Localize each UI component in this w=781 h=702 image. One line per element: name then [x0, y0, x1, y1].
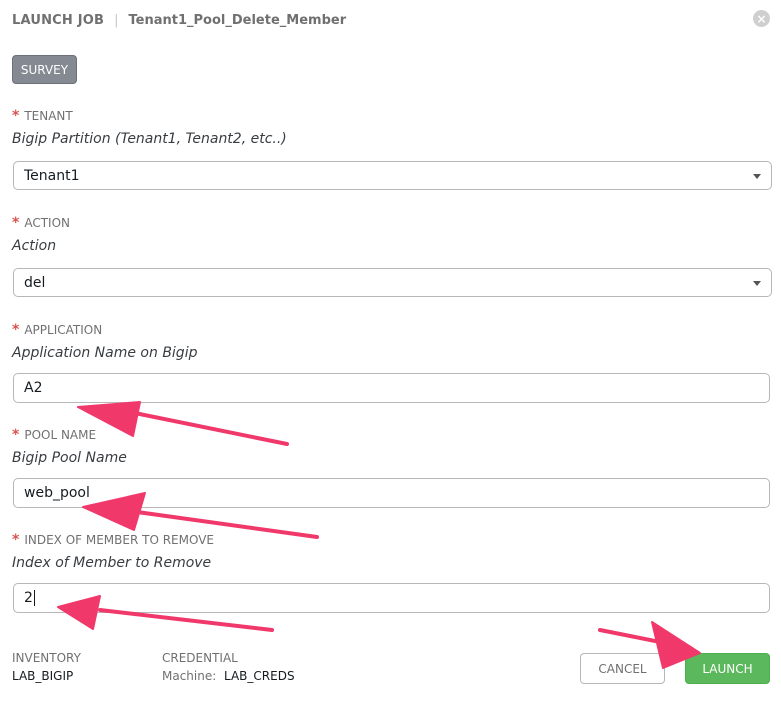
member-index-label: * INDEX OF MEMBER TO REMOVE: [12, 532, 214, 548]
member-index-input[interactable]: 2: [13, 583, 770, 613]
chevron-down-icon: [753, 174, 761, 179]
pool-name-input-value: web_pool: [24, 485, 90, 501]
application-input[interactable]: A2: [13, 373, 770, 403]
tenant-select[interactable]: Tenant1: [13, 161, 772, 190]
member-index-description: Index of Member to Remove: [12, 555, 212, 571]
action-select-value: del: [24, 274, 46, 291]
required-marker: *: [12, 108, 20, 124]
application-label: * APPLICATION: [12, 322, 102, 338]
application-input-value: A2: [24, 380, 43, 396]
action-label-text: ACTION: [24, 216, 70, 230]
job-name: Tenant1_Pool_Delete_Member: [128, 12, 347, 28]
pool-name-description: Bigip Pool Name: [12, 450, 127, 466]
modal-header: LAUNCH JOB | Tenant1_Pool_Delete_Member: [12, 10, 346, 30]
chevron-down-icon: [753, 281, 761, 286]
tenant-select-value: Tenant1: [24, 167, 80, 184]
application-label-text: APPLICATION: [24, 323, 103, 337]
required-marker: *: [12, 532, 20, 548]
cancel-button[interactable]: CANCEL: [580, 653, 665, 684]
modal-title: LAUNCH JOB: [12, 12, 105, 28]
required-marker: *: [12, 215, 20, 231]
required-marker: *: [12, 322, 20, 338]
tab-survey[interactable]: SURVEY: [12, 55, 77, 84]
inventory-label: INVENTORY: [12, 651, 81, 665]
pool-name-label: * POOL NAME: [12, 427, 96, 443]
pool-name-label-text: POOL NAME: [24, 428, 97, 442]
credential-value: LAB_CREDS: [224, 669, 295, 683]
member-index-label-text: INDEX OF MEMBER TO REMOVE: [24, 533, 215, 547]
tenant-label: * TENANT: [12, 108, 73, 124]
action-select[interactable]: del: [13, 268, 772, 297]
credential-type: Machine:: [162, 669, 217, 683]
action-label: * ACTION: [12, 215, 70, 231]
launch-button[interactable]: LAUNCH: [685, 653, 770, 684]
member-index-input-value: 2: [24, 590, 33, 606]
text-cursor: [33, 590, 35, 606]
annotation-arrow-application: [77, 401, 289, 446]
application-description: Application Name on Bigip: [12, 345, 198, 361]
required-marker: *: [12, 427, 20, 443]
action-description: Action: [12, 238, 57, 254]
credential-label: CREDENTIAL: [162, 651, 238, 665]
tenant-description: Bigip Partition (Tenant1, Tenant2, etc..…: [12, 131, 287, 147]
tenant-label-text: TENANT: [24, 109, 73, 123]
title-separator: |: [114, 12, 119, 28]
close-icon[interactable]: ×: [753, 10, 770, 27]
pool-name-input[interactable]: web_pool: [13, 478, 770, 508]
inventory-value: LAB_BIGIP: [12, 669, 74, 683]
